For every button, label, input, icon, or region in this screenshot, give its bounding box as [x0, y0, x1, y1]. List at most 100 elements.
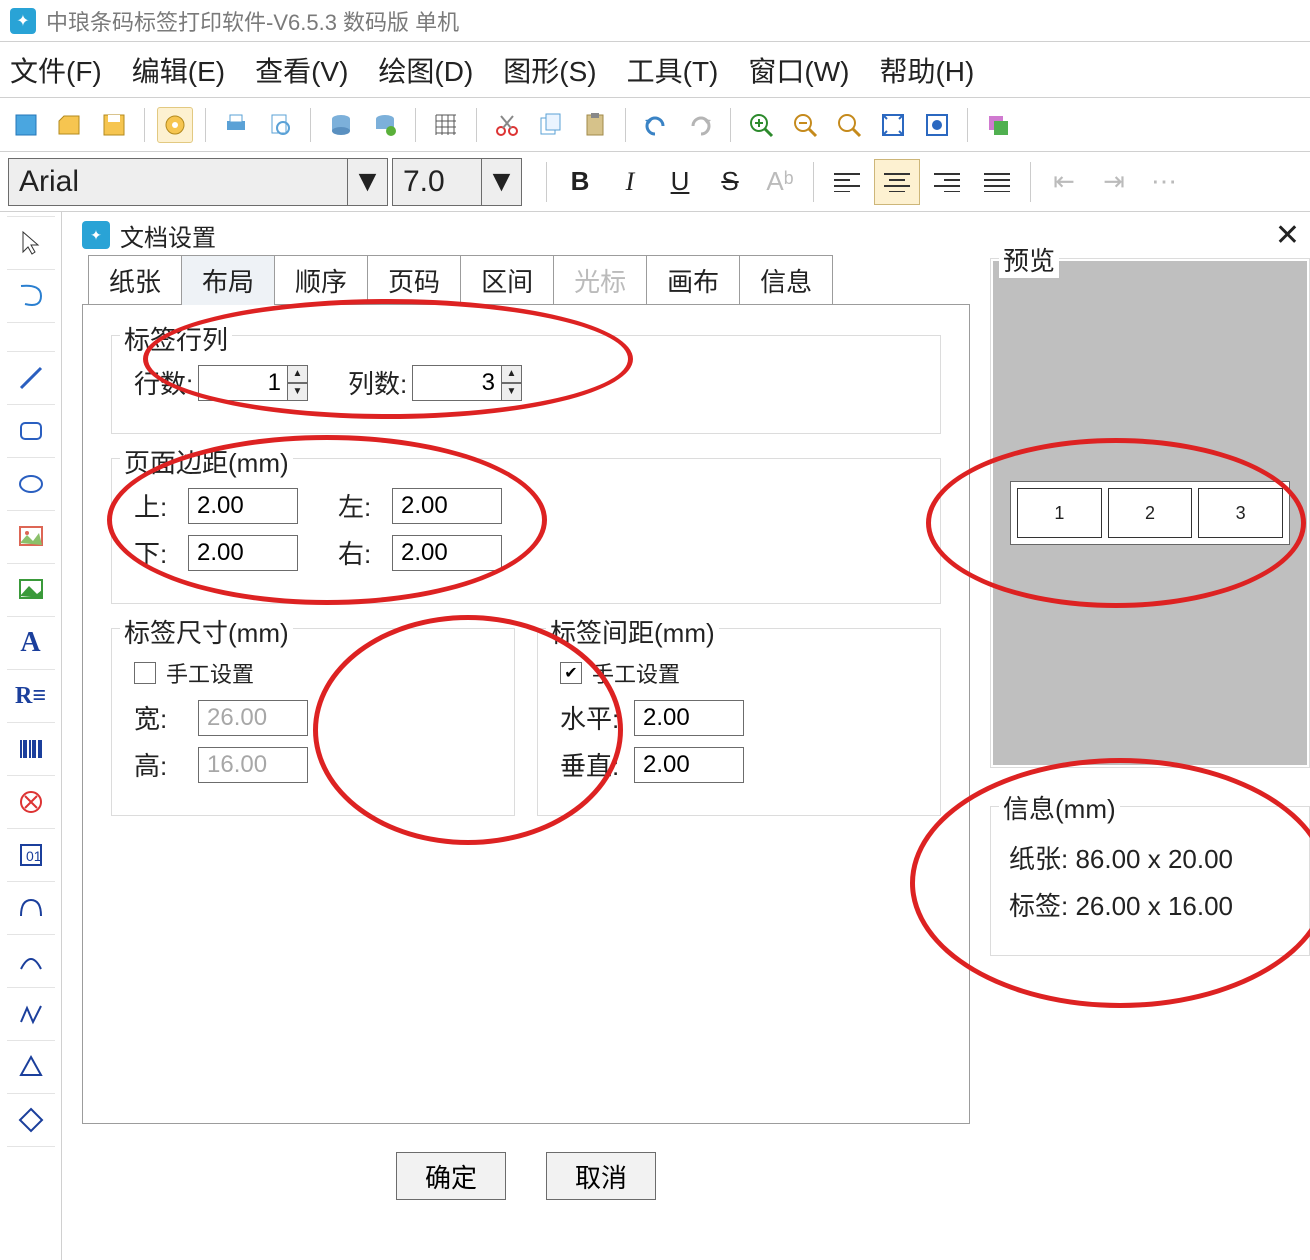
- ok-button[interactable]: 确定: [396, 1152, 506, 1200]
- italic-button[interactable]: I: [607, 159, 653, 205]
- margin-left-input[interactable]: [392, 488, 502, 524]
- font-name-value: Arial: [19, 165, 79, 199]
- zoom-in-icon[interactable]: [743, 107, 779, 143]
- spin-down-icon[interactable]: ▼: [287, 383, 308, 401]
- indent-decrease-icon[interactable]: ⇤: [1041, 159, 1087, 205]
- indent-increase-icon[interactable]: ⇥: [1091, 159, 1137, 205]
- menu-help[interactable]: 帮助(H): [879, 50, 974, 90]
- triangle-tool-icon[interactable]: [7, 1040, 55, 1094]
- copy-icon[interactable]: [533, 107, 569, 143]
- cols-value[interactable]: [412, 365, 502, 401]
- zoom-out-icon[interactable]: [787, 107, 823, 143]
- richtext-tool-icon[interactable]: R≡: [7, 669, 55, 723]
- undo-icon[interactable]: [638, 107, 674, 143]
- database-icon[interactable]: [323, 107, 359, 143]
- align-justify-icon[interactable]: [974, 159, 1020, 205]
- fit-screen-icon[interactable]: [875, 107, 911, 143]
- dialog-title: 文档设置: [120, 218, 216, 253]
- bold-button[interactable]: B: [557, 159, 603, 205]
- layers-icon[interactable]: [980, 107, 1016, 143]
- cursor-tool-icon[interactable]: [7, 216, 55, 270]
- tab-range[interactable]: 区间: [460, 255, 554, 305]
- more-format-icon[interactable]: ⋯: [1141, 159, 1187, 205]
- paste-icon[interactable]: [577, 107, 613, 143]
- new-doc-icon[interactable]: [8, 107, 44, 143]
- margin-bottom-input[interactable]: [188, 535, 298, 571]
- chevron-down-icon[interactable]: ▼: [481, 159, 521, 205]
- align-center-icon[interactable]: [874, 159, 920, 205]
- settings-icon[interactable]: [157, 107, 193, 143]
- align-left-icon[interactable]: [824, 159, 870, 205]
- menu-window[interactable]: 窗口(W): [748, 50, 849, 90]
- tab-paper[interactable]: 纸张: [88, 255, 182, 305]
- menu-draw[interactable]: 绘图(D): [378, 50, 473, 90]
- margin-right-input[interactable]: [392, 535, 502, 571]
- fieldset-info: 信息(mm) 纸张: 86.00 x 20.00 标签: 26.00 x 16.…: [990, 806, 1310, 956]
- margin-bottom-label: 下:: [134, 534, 188, 571]
- picture-tool-icon[interactable]: [7, 563, 55, 617]
- label-size-manual-label: 手工设置: [166, 657, 254, 689]
- tab-canvas[interactable]: 画布: [646, 255, 740, 305]
- font-name-select[interactable]: Arial ▼: [8, 158, 388, 206]
- rows-value[interactable]: [198, 365, 288, 401]
- code-tool-icon[interactable]: 01: [7, 828, 55, 882]
- arc-tool-icon[interactable]: [7, 934, 55, 988]
- rect-tool-icon[interactable]: [7, 404, 55, 458]
- open-icon[interactable]: [52, 107, 88, 143]
- label-gap-manual-checkbox[interactable]: [560, 662, 582, 684]
- diamond-tool-icon[interactable]: [7, 1093, 55, 1147]
- close-icon[interactable]: ✕: [1275, 218, 1300, 253]
- margin-top-label: 上:: [134, 487, 188, 524]
- fit-width-icon[interactable]: [919, 107, 955, 143]
- curve-tool-icon[interactable]: [7, 881, 55, 935]
- cut-icon[interactable]: [489, 107, 525, 143]
- gap-v-input[interactable]: [634, 747, 744, 783]
- gap-h-input[interactable]: [634, 700, 744, 736]
- lasso-tool-icon[interactable]: [7, 269, 55, 323]
- image-tool-icon[interactable]: [7, 510, 55, 564]
- align-right-icon[interactable]: [924, 159, 970, 205]
- qrcode-tool-icon[interactable]: [7, 775, 55, 829]
- print-preview-icon[interactable]: [262, 107, 298, 143]
- font-size-select[interactable]: 7.0 ▼: [392, 158, 522, 206]
- tab-pageno[interactable]: 页码: [367, 255, 461, 305]
- save-icon[interactable]: [96, 107, 132, 143]
- menu-file[interactable]: 文件(F): [10, 50, 102, 90]
- barcode-tool-icon[interactable]: [7, 722, 55, 776]
- tab-layout[interactable]: 布局: [181, 255, 275, 305]
- text-tool-icon[interactable]: A: [7, 616, 55, 670]
- chevron-down-icon[interactable]: ▼: [347, 159, 387, 205]
- print-icon[interactable]: [218, 107, 254, 143]
- ellipse-tool-icon[interactable]: [7, 457, 55, 511]
- redo-icon[interactable]: [682, 107, 718, 143]
- fieldset-label-gap: 标签间距(mm) 手工设置 水平: 垂直:: [537, 628, 941, 816]
- spin-up-icon[interactable]: ▲: [287, 365, 308, 383]
- spin-down-icon[interactable]: ▼: [501, 383, 522, 401]
- cancel-button[interactable]: 取消: [546, 1152, 656, 1200]
- strike-button[interactable]: S: [707, 159, 753, 205]
- underline-button[interactable]: U: [657, 159, 703, 205]
- rows-input[interactable]: ▲▼: [198, 365, 308, 401]
- menu-edit[interactable]: 编辑(E): [132, 50, 225, 90]
- menu-shape[interactable]: 图形(S): [503, 50, 596, 90]
- preview-label-2: 2: [1108, 488, 1193, 538]
- menu-tool[interactable]: 工具(T): [627, 50, 719, 90]
- menu-view[interactable]: 查看(V): [255, 50, 348, 90]
- grid-icon[interactable]: [428, 107, 464, 143]
- tab-order[interactable]: 顺序: [274, 255, 368, 305]
- polyline-tool-icon[interactable]: [7, 987, 55, 1041]
- zoom-icon[interactable]: [831, 107, 867, 143]
- window-title: 中琅条码标签打印软件-V6.5.3 数码版 单机: [46, 5, 459, 37]
- tab-cursor[interactable]: 光标: [553, 255, 647, 305]
- separator: [546, 162, 547, 202]
- font-size-value: 7.0: [403, 165, 445, 199]
- spin-up-icon[interactable]: ▲: [501, 365, 522, 383]
- separator: [476, 108, 477, 142]
- label-size-manual-checkbox[interactable]: [134, 662, 156, 684]
- cols-input[interactable]: ▲▼: [412, 365, 522, 401]
- database-link-icon[interactable]: [367, 107, 403, 143]
- line-tool-icon[interactable]: [7, 351, 55, 405]
- format-misc-button[interactable]: Aᵇ: [757, 159, 803, 205]
- tab-info[interactable]: 信息: [739, 255, 833, 305]
- margin-top-input[interactable]: [188, 488, 298, 524]
